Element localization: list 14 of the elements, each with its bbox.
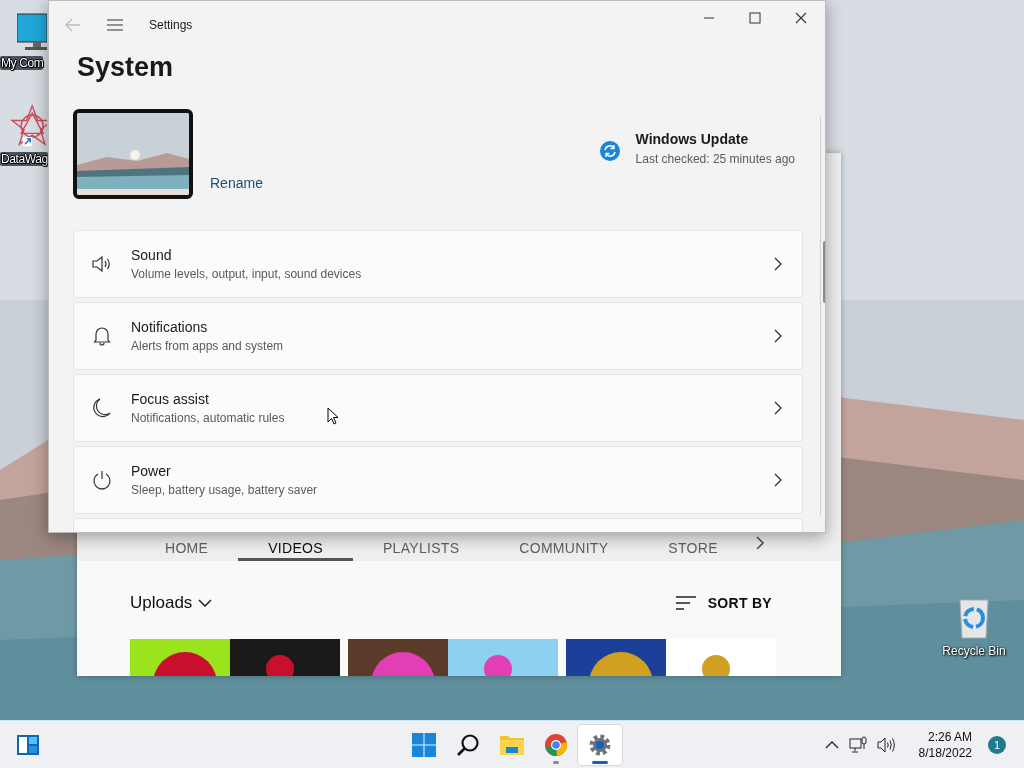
browser-icon xyxy=(544,732,568,757)
widgets-icon[interactable] xyxy=(16,733,40,756)
search-icon xyxy=(456,732,480,757)
volume-icon[interactable] xyxy=(876,736,895,753)
network-icon[interactable] xyxy=(848,735,867,754)
folder-icon xyxy=(499,733,525,756)
time: 2:26 AM xyxy=(927,728,972,745)
gear-icon xyxy=(588,732,612,757)
notification-badge[interactable]: 1 xyxy=(988,735,1006,754)
taskbar-app-button[interactable] xyxy=(578,724,622,765)
date: 8/18/2022 xyxy=(918,744,972,761)
clock[interactable]: 2:26 AM 8/18/2022 xyxy=(918,728,972,761)
chevron-up-icon[interactable] xyxy=(824,740,839,749)
windows-logo-icon xyxy=(412,732,436,757)
